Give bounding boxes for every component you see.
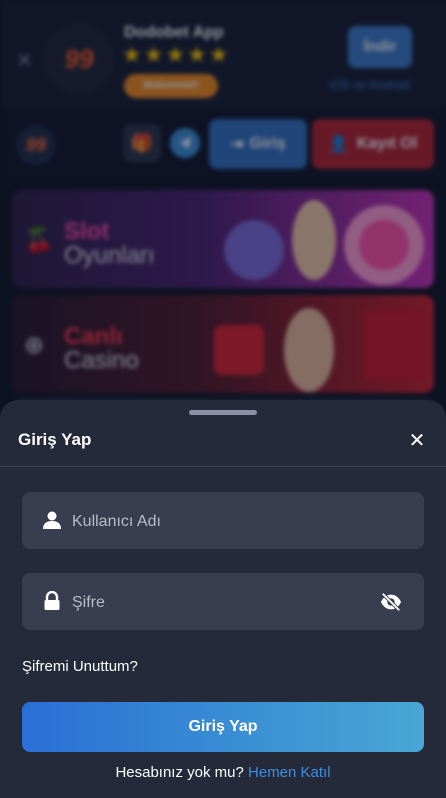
cherry-icon: 🍒 (24, 227, 54, 254)
site-logo-text: 99 (25, 134, 47, 155)
header-login-label: Giriş (249, 135, 286, 152)
rating-stars: ★★★★★ (122, 42, 231, 67)
gift-icon: 🎁 (130, 132, 154, 153)
promo-slot-games[interactable]: 🍒 Slot Oyunları (12, 190, 434, 288)
banner-close-icon[interactable]: ✕ (16, 48, 33, 73)
app-name: Dodobet App (124, 24, 224, 41)
eye-off-icon[interactable] (380, 591, 402, 613)
join-now-link[interactable]: Hemen Katıl (248, 764, 331, 781)
login-icon: ⇥ (230, 136, 244, 153)
sheet-title: Giriş Yap (18, 430, 92, 449)
promo-title: Oyunları (64, 242, 155, 269)
promo-title: Casino (64, 347, 139, 374)
promo-live-casino[interactable]: ⊕ Canlı Casino (12, 295, 434, 393)
gift-button[interactable]: 🎁 (123, 124, 161, 162)
password-field[interactable] (22, 573, 424, 632)
no-account-text: Hesabınız yok mu? (115, 764, 244, 781)
password-input[interactable] (70, 573, 374, 632)
login-submit-button[interactable]: Giriş Yap (22, 702, 424, 752)
lock-icon (44, 591, 60, 610)
username-input[interactable] (70, 492, 374, 551)
login-sheet: Giriş Yap ✕ Şifremi Unuttum? Giriş Yap H… (0, 400, 446, 798)
header-register-button[interactable]: 👤 Kayıt Ol (312, 119, 434, 169)
install-button[interactable]: İndir (348, 26, 412, 68)
app-logo-text: 99 (64, 43, 94, 74)
header-register-label: Kayıt Ol (356, 135, 418, 152)
forgot-password-link[interactable]: Şifremi Unuttum? (22, 658, 138, 675)
app-logo: 99 (44, 24, 114, 94)
app-download-banner: ✕ 99 Dodobet App ★★★★★ Mükemmel! İndir i… (0, 0, 446, 108)
drag-handle[interactable] (189, 410, 257, 415)
site-logo[interactable]: 99 (16, 125, 56, 165)
telegram-icon (178, 137, 191, 149)
telegram-button[interactable] (170, 128, 200, 158)
signup-row: Hesabınız yok mu? Hemen Katıl (0, 764, 446, 781)
rating-badge: Mükemmel! (124, 74, 218, 98)
add-user-icon: 👤 (328, 136, 349, 153)
dice-illustration (214, 308, 424, 392)
header-login-button[interactable]: ⇥ Giriş (209, 119, 307, 169)
platform-text: iOS ve Android (330, 78, 411, 92)
candy-illustration (224, 200, 424, 285)
user-icon (43, 511, 61, 529)
chip-icon: ⊕ (24, 332, 45, 359)
username-field[interactable] (22, 492, 424, 551)
divider (0, 466, 446, 467)
close-icon[interactable]: ✕ (406, 430, 428, 452)
